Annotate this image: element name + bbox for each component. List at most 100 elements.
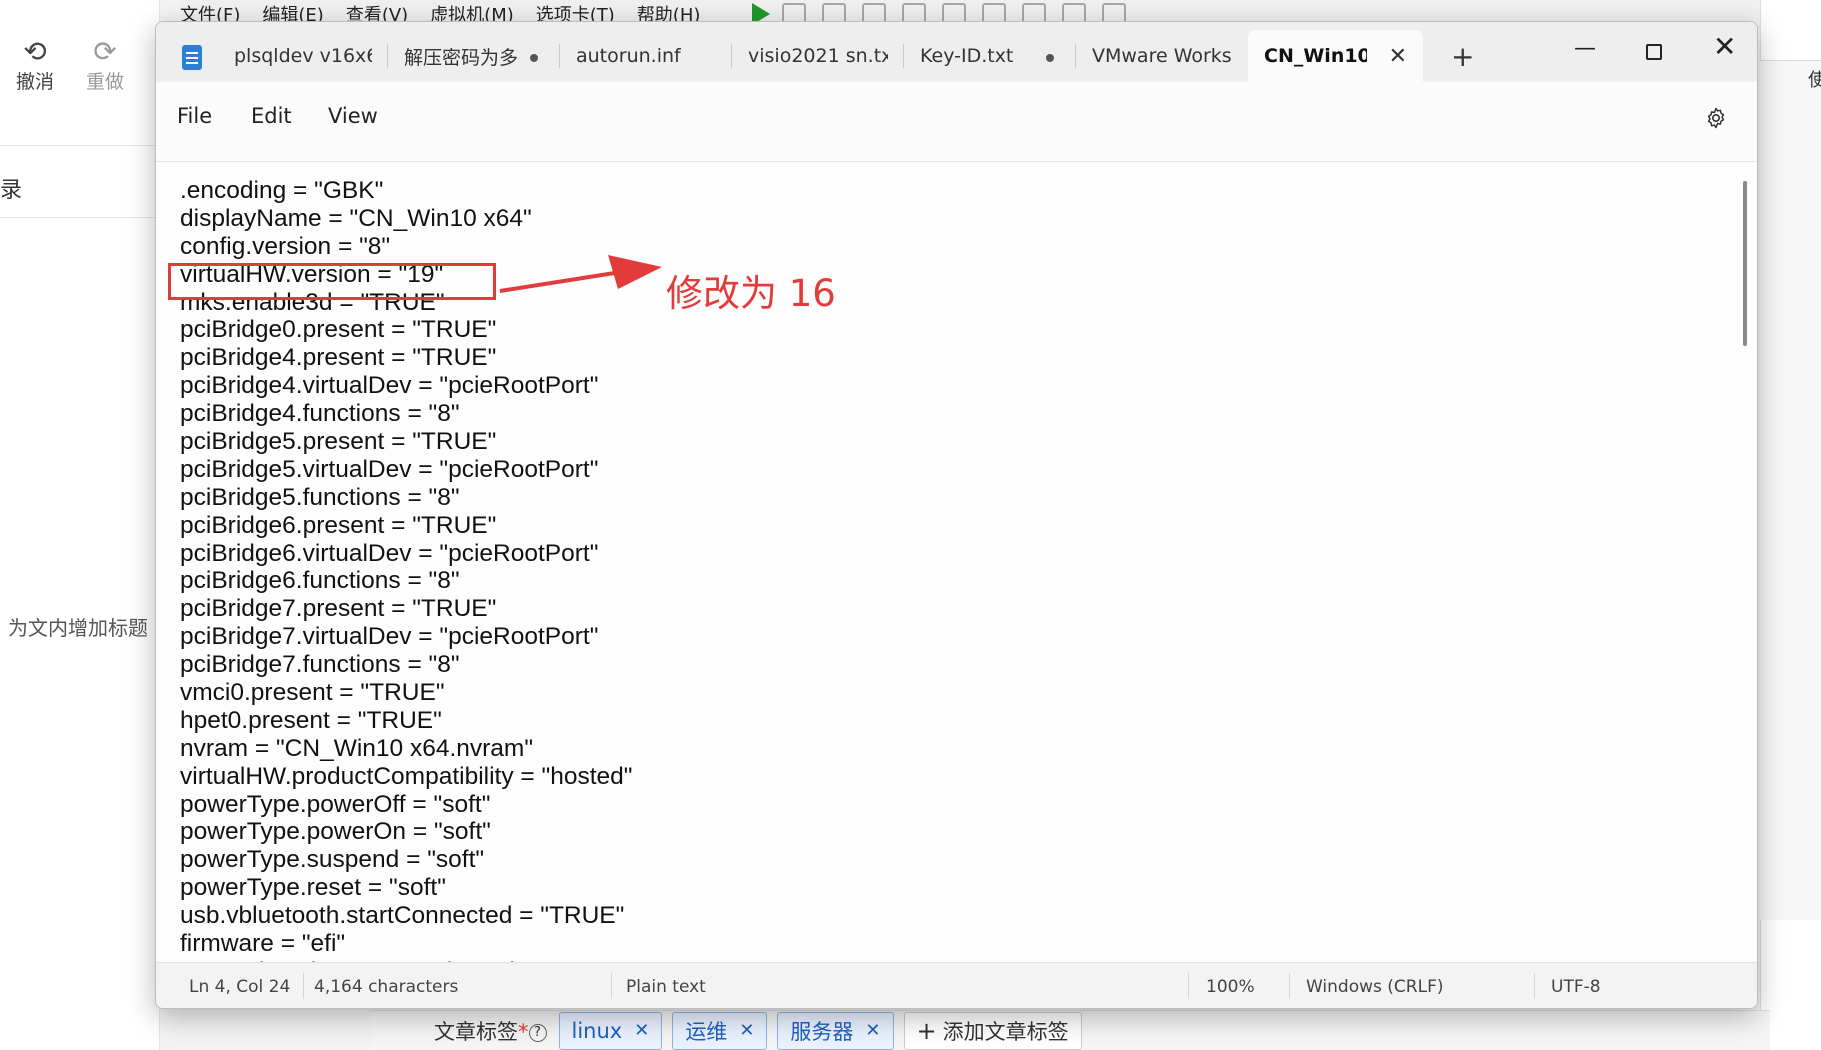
remove-tag-icon[interactable]: ✕: [865, 1020, 880, 1041]
remove-tag-icon[interactable]: ✕: [634, 1020, 649, 1041]
minimize-icon[interactable]: —: [1574, 36, 1596, 61]
status-divider: [1188, 973, 1189, 999]
tab-unzip-password[interactable]: 解压密码为多: [388, 30, 560, 82]
right-panel-label: 使: [1808, 70, 1821, 91]
tab-vmware[interactable]: VMware Workstatio: [1076, 30, 1248, 82]
remove-tag-icon[interactable]: ✕: [739, 1020, 754, 1041]
divider: [0, 217, 160, 218]
undo-label: 撤消: [15, 70, 54, 93]
text-mode: Plain text: [626, 977, 706, 997]
code-line[interactable]: firmware = "efi": [180, 930, 632, 958]
status-bar: Ln 4, Col 24 4,164 characters Plain text…: [156, 962, 1757, 1008]
code-line[interactable]: powerType.suspend = "soft": [180, 846, 632, 874]
title-bar: plsqldev v16x64 KE 解压密码为多 autorun.inf vi…: [156, 22, 1757, 82]
notepad-window: plsqldev v16x64 KE 解压密码为多 autorun.inf vi…: [155, 21, 1758, 1009]
line-ending[interactable]: Windows (CRLF): [1306, 977, 1444, 997]
code-line[interactable]: pciBridge4.functions = "8": [180, 400, 632, 428]
code-line[interactable]: nvram = "CN_Win10 x64.nvram": [180, 735, 632, 763]
code-line[interactable]: pciBridge7.functions = "8": [180, 651, 632, 679]
code-line[interactable]: pciBridge6.functions = "8": [180, 567, 632, 595]
tab-label: 解压密码为多: [404, 46, 519, 69]
undo-redo-group: ⟲ 撤消 ⟳ 重做: [0, 30, 160, 100]
tab-key-id[interactable]: Key-ID.txt: [904, 30, 1076, 82]
menu-bar: File Edit View: [156, 82, 1757, 162]
required-mark: *: [518, 1019, 529, 1044]
annotation-arrow-icon: [499, 255, 662, 293]
encoding[interactable]: UTF-8: [1551, 977, 1601, 997]
zoom-level[interactable]: 100%: [1206, 977, 1255, 997]
tab-label: autorun.inf: [576, 45, 681, 67]
status-divider: [611, 973, 612, 999]
code-line[interactable]: usb.vbluetooth.startConnected = "TRUE": [180, 902, 632, 930]
tag-text: linux: [571, 1018, 623, 1043]
unsaved-indicator-icon: [1046, 54, 1054, 62]
code-line[interactable]: displayName = "CN_Win10 x64": [180, 205, 632, 233]
catalog-label: 录: [0, 178, 23, 203]
redo-label: 重做: [85, 70, 124, 93]
tab-visio[interactable]: visio2021 sn.txt: [732, 30, 904, 82]
tab-strip: plsqldev v16x64 KE 解压密码为多 autorun.inf vi…: [218, 30, 1423, 82]
code-line[interactable]: pciBridge4.virtualDev = "pcieRootPort": [180, 372, 632, 400]
code-line[interactable]: powerType.powerOn = "soft": [180, 818, 632, 846]
cursor-position: Ln 4, Col 24: [189, 977, 291, 997]
text-editor[interactable]: .encoding = "GBK" displayName = "CN_Win10…: [156, 163, 1757, 962]
help-icon[interactable]: ?: [528, 1023, 547, 1042]
tag-text: 运维: [685, 1019, 728, 1044]
tag-label: 文章标签*?: [434, 1016, 547, 1046]
tab-plsqldev[interactable]: plsqldev v16x64 KE: [218, 30, 388, 82]
tab-label: Key-ID.txt: [920, 45, 1014, 67]
undo-button[interactable]: ⟲ 撤消: [0, 30, 70, 100]
code-line[interactable]: pciBridge7.virtualDev = "pcieRootPort": [180, 623, 632, 651]
tag-label-text: 文章标签: [434, 1019, 518, 1044]
background-left-panel: ⟲ 撤消 ⟳ 重做 录 为文内增加标题: [0, 0, 160, 1050]
tab-autorun[interactable]: autorun.inf: [560, 30, 732, 82]
tag-ops: 运维 ✕: [672, 1011, 768, 1050]
add-tag-label: 添加文章标签: [942, 1019, 1069, 1044]
code-line[interactable]: pciBridge5.virtualDev = "pcieRootPort": [180, 456, 632, 484]
vertical-scrollbar[interactable]: [1743, 181, 1747, 346]
maximize-icon[interactable]: [1646, 44, 1662, 60]
tab-cn-win10[interactable]: CN_Win10 x ✕: [1248, 30, 1423, 82]
tag-linux: linux ✕: [558, 1011, 663, 1050]
code-line[interactable]: pciBridge5.functions = "8": [180, 484, 632, 512]
menu-edit[interactable]: Edit: [251, 104, 292, 128]
code-line[interactable]: hpet0.present = "TRUE": [180, 707, 632, 735]
annotation-text: 修改为 16: [666, 272, 836, 315]
menu-view[interactable]: View: [328, 104, 378, 128]
tab-label: VMware Workstatio: [1092, 45, 1232, 67]
code-line[interactable]: pciBridge0.present = "TRUE": [180, 316, 632, 344]
add-tag-button[interactable]: + 添加文章标签: [903, 1011, 1082, 1050]
character-count: 4,164 characters: [314, 977, 459, 997]
code-line[interactable]: pciBridge7.present = "TRUE": [180, 595, 632, 623]
code-line[interactable]: pciBridge6.virtualDev = "pcieRootPort": [180, 540, 632, 568]
redo-icon: ⟳: [93, 34, 117, 68]
menu-file[interactable]: File: [177, 104, 212, 128]
code-line[interactable]: pciBridge5.present = "TRUE": [180, 428, 632, 456]
status-divider: [1534, 973, 1535, 999]
code-line[interactable]: powerType.reset = "soft": [180, 874, 632, 902]
close-window-icon[interactable]: ✕: [1713, 30, 1736, 63]
add-heading-hint[interactable]: 为文内增加标题: [8, 612, 148, 641]
code-line[interactable]: vmci0.present = "TRUE": [180, 679, 632, 707]
close-tab-icon[interactable]: ✕: [1389, 44, 1407, 69]
code-line[interactable]: powerType.powerOff = "soft": [180, 791, 632, 819]
new-tab-button[interactable]: +: [1451, 42, 1474, 72]
divider: [0, 145, 160, 146]
undo-icon: ⟲: [23, 34, 47, 68]
status-divider: [303, 973, 304, 999]
gear-icon[interactable]: [1704, 106, 1728, 130]
notepad-app-icon: [182, 45, 202, 70]
tab-label: plsqldev v16x64 KE: [234, 45, 372, 67]
redo-button[interactable]: ⟳ 重做: [70, 30, 140, 100]
background-right-subpanel: [1760, 60, 1821, 920]
code-line[interactable]: pciBridge4.present = "TRUE": [180, 344, 632, 372]
tag-server: 服务器 ✕: [777, 1011, 894, 1050]
code-line[interactable]: pciBridge6.present = "TRUE": [180, 512, 632, 540]
plus-icon: +: [916, 1016, 937, 1045]
code-line[interactable]: .encoding = "GBK": [180, 177, 632, 205]
tab-label: visio2021 sn.txt: [748, 45, 888, 67]
article-tag-bar: 文章标签*? linux ✕ 运维 ✕ 服务器 ✕ + 添加文章标签: [370, 1010, 1770, 1050]
highlight-box: [168, 263, 496, 300]
unsaved-indicator-icon: [530, 54, 538, 62]
code-line[interactable]: virtualHW.productCompatibility = "hosted…: [180, 763, 632, 791]
